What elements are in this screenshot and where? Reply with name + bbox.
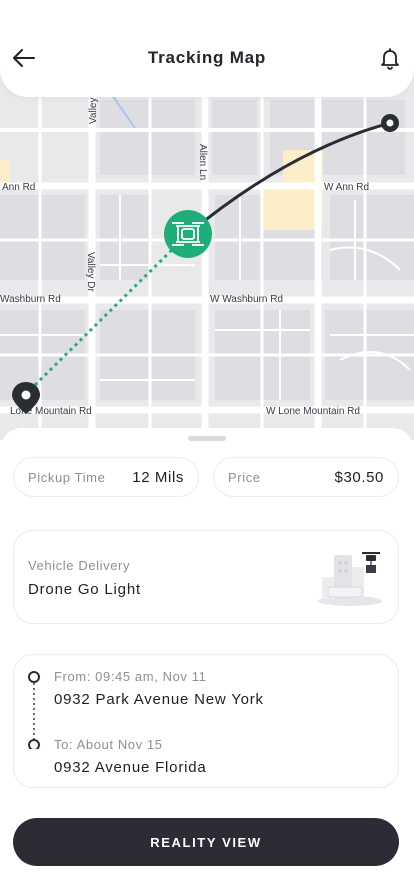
street-label-ann-east: W Ann Rd (324, 182, 369, 193)
route-card: From: 09:45 am, Nov 11 0932 Park Avenue … (13, 654, 399, 788)
bell-icon (381, 48, 399, 70)
vehicle-card[interactable]: Vehicle Delivery Drone Go Light (13, 530, 399, 624)
app-header: Tracking Map (0, 0, 414, 97)
sheet-drag-handle[interactable] (188, 436, 226, 441)
vehicle-label: Vehicle Delivery (28, 558, 131, 573)
vehicle-name: Drone Go Light (28, 581, 141, 598)
route-to-address: 0932 Avenue Florida (54, 759, 207, 776)
street-label-allen: Allen Ln (197, 144, 208, 180)
drone-delivery-illustration-icon (318, 552, 382, 606)
route-timeline-icon (28, 671, 40, 749)
street-label-ann-west: Ann Rd (2, 182, 35, 193)
price-value: $30.50 (334, 469, 384, 486)
page-title: Tracking Map (147, 48, 267, 67)
street-label-valley-top: Valley (88, 98, 99, 125)
price-chip: Price $30.50 (213, 457, 399, 497)
route-from-label: From: 09:45 am, Nov 11 (54, 669, 207, 684)
reality-view-button[interactable]: REALITY VIEW (13, 818, 399, 866)
street-label-valley-dr: Valley Dr (85, 252, 96, 292)
pickup-time-value: 12 Mils (132, 469, 184, 486)
destination-marker-icon[interactable] (381, 114, 399, 132)
price-label: Price (228, 470, 261, 485)
notifications-button[interactable] (376, 44, 404, 72)
street-label-washburn-west: Washburn Rd (0, 294, 61, 305)
street-label-lone-east: W Lone Mountain Rd (266, 406, 360, 417)
route-to-label: To: About Nov 15 (54, 737, 163, 752)
pickup-time-chip: Pickup Time 12 Mils (13, 457, 199, 497)
delivery-details-sheet: Pickup Time 12 Mils Price $30.50 Vehicle… (0, 428, 414, 896)
route-from-address: 0932 Park Avenue New York (54, 691, 264, 708)
pickup-time-label: Pickup Time (28, 470, 106, 485)
drone-marker-icon[interactable] (164, 210, 212, 258)
street-label-washburn-east: W Washburn Rd (210, 294, 283, 305)
